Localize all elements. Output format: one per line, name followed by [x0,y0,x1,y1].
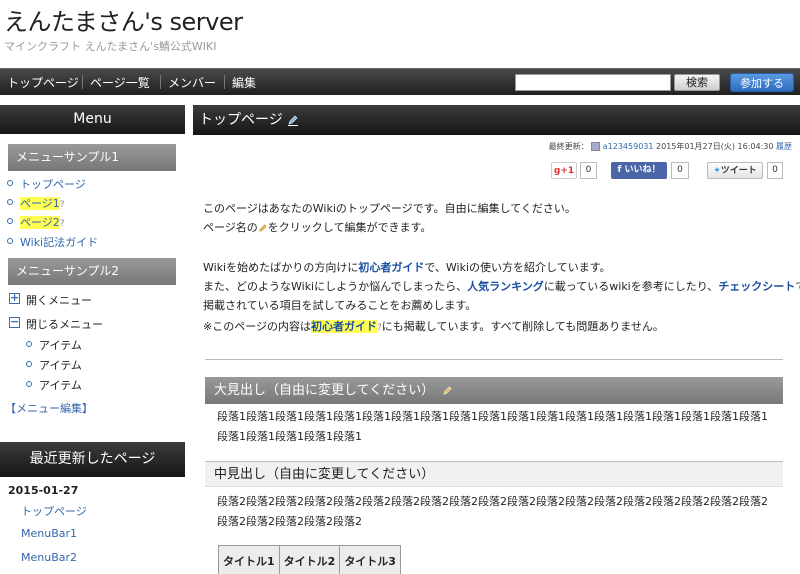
bullet-icon [7,218,13,224]
edit-menu-link[interactable]: 【メニュー編集】 [5,400,93,416]
facebook-count: 0 [671,162,689,179]
gplus-count: 0 [580,162,597,179]
recent-link-top-page[interactable]: トップページ [21,503,87,519]
last-updated-info: 最終更新： a123459031 2015年01月27日(火) 16:04:30… [548,142,792,151]
user-avatar-icon [591,142,601,151]
sidebar-link-page1[interactable]: ページ1? [20,195,65,211]
paragraph-2: 段落2段落2段落2段落2段落2段落2段落2段落2段落2段落2段落2段落2段落2段… [217,495,768,528]
history-link[interactable]: 履歴 [776,142,792,151]
ranking-link[interactable]: 人気ランキング [467,280,544,293]
intro-line-1: このページはあなたのWikiのトップページです。自由に編集してください。 [203,202,576,215]
close-menu-label[interactable]: 閉じるメニュー [26,316,103,332]
menu-item[interactable]: アイテム [39,377,82,393]
last-updated-user[interactable]: a123459031 [603,142,654,151]
bullet-icon [26,381,32,387]
table-header-cell: タイトル2 [278,545,341,574]
nav-separator [82,75,83,89]
intro-line-2: ページ名の をクリックして編集ができます。 [203,221,432,234]
recent-date: 2015-01-27 [8,484,79,497]
menu-sample-1-heading: メニューサンプル1 [8,144,176,171]
site-title[interactable]: えんたまさん's server [4,2,243,37]
menu-item[interactable]: アイテム [39,337,82,353]
recent-link-menubar1[interactable]: MenuBar1 [21,527,77,540]
divider [205,359,783,360]
twitter-widget: ✦ツイート 0 [707,162,787,179]
nav-edit[interactable]: 編集 [232,74,256,91]
main-content: トップページ 最終更新： a123459031 2015年01月27日(火) 1… [193,105,800,574]
bullet-icon [7,180,13,186]
large-heading: 大見出し（自由に変更してください） [205,377,783,404]
paragraph-1: 段落1段落1段落1段落1段落1段落1段落1段落1段落1段落1段落1段落1段落1段… [217,410,768,443]
global-navbar: トップページ ページ一覧 メンバー 編集 検索 参加する [0,68,800,95]
join-button[interactable]: 参加する [730,73,794,92]
nav-members[interactable]: メンバー [168,74,216,91]
page-title-bar: トップページ [193,105,800,135]
facebook-icon: f [617,165,625,175]
sidebar-link-wiki-guide[interactable]: Wiki記法ガイド [20,234,98,250]
gplus-button[interactable]: g+1 [551,162,577,179]
facebook-widget: f いいね！ 0 [611,162,696,179]
bullet-icon [7,199,13,205]
table-header-cell: タイトル1 [218,545,280,574]
menu-item[interactable]: アイテム [39,357,82,373]
menu-sample-2-heading: メニューサンプル2 [8,258,176,285]
edit-section-pencil-icon[interactable] [442,385,453,396]
beginner-guide-link-2[interactable]: 初心者ガイド [311,320,377,333]
facebook-like-button[interactable]: f いいね！ [611,162,667,179]
sidebar: Menu メニューサンプル1 トップページ ページ1? ページ2? Wiki記法… [0,105,185,574]
edit-pencil-icon[interactable] [287,114,299,126]
expand-plus-icon[interactable]: + [9,292,20,304]
site-header: えんたまさん's server マインクラフト えんたまさん's鯖公式WIKI [0,0,800,68]
recent-pages-title: 最近更新したページ [0,442,185,477]
tweet-button[interactable]: ✦ツイート [707,162,763,179]
nav-separator [224,75,225,89]
sidebar-title: Menu [0,105,185,134]
recent-link-menubar2[interactable]: MenuBar2 [21,551,77,564]
gplus-widget: g+1 0 [551,162,601,179]
beginner-guide-link[interactable]: 初心者ガイド [358,261,424,274]
checksheet-link[interactable]: チェックシート [718,280,795,293]
inline-pencil-icon [259,224,267,232]
bullet-icon [7,238,13,244]
search-input[interactable] [515,74,671,91]
site-description: マインクラフト えんたまさん's鯖公式WIKI [4,40,217,53]
twitter-bird-icon: ✦ [713,166,721,176]
open-menu-label[interactable]: 開くメニュー [26,292,92,308]
note-line: ※このページの内容は初心者ガイド?にも掲載しています。すべて削除しても問題ありま… [203,320,664,333]
last-updated-time: 2015年01月27日(火) 16:04:30 [656,142,774,151]
ranking-line: また、どのようなWikiにしようか悩んでしまったら、人気ランキングに載っているw… [203,280,800,293]
table-header-row: タイトル1 タイトル2 タイトル3 [218,545,401,574]
nav-separator [160,75,161,89]
sidebar-link-top-page[interactable]: トップページ [20,176,86,192]
nav-page-list[interactable]: ページ一覧 [90,74,150,91]
collapse-minus-icon[interactable]: − [9,316,20,328]
search-button[interactable]: 検索 [674,74,720,91]
bullet-icon [26,341,32,347]
sidebar-link-page2[interactable]: ページ2? [20,214,65,230]
recommend-line: 掲載されている項目を試してみることをお薦めします。 [203,299,477,312]
sample-table: タイトル1 タイトル2 タイトル3 [218,545,401,574]
tweet-count: 0 [767,162,783,179]
medium-heading: 中見出し（自由に変更してください） [205,461,783,487]
guide-line: Wikiを始めたばかりの方向けに初心者ガイドで、Wikiの使い方を紹介しています… [203,261,611,274]
bullet-icon [26,361,32,367]
page-title: トップページ [199,112,283,128]
nav-top-page[interactable]: トップページ [7,74,79,91]
table-header-cell: タイトル3 [339,545,401,574]
